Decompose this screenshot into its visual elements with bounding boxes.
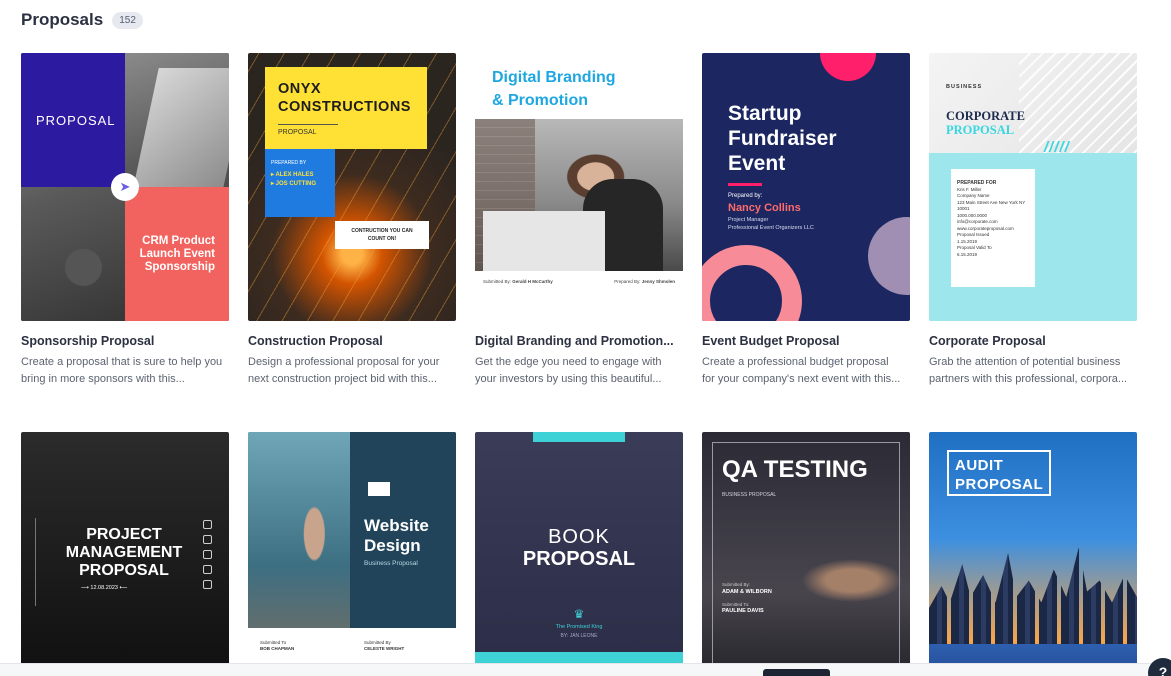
bottom-tab[interactable] [763,669,830,676]
template-thumbnail[interactable]: Digital Branding & Promotion Submitted By… [475,53,683,321]
template-thumbnail[interactable]: Website Design Business Proposal Submitte… [248,432,456,676]
template-card-event-budget[interactable]: Startup Fundraiser Event Prepared by: Nanc… [702,53,910,388]
template-title[interactable]: Corporate Proposal [929,334,1137,348]
template-card-corporate[interactable]: BUSINESS CORPORATE PROPOSAL ///// PREPARE… [929,53,1137,388]
template-title[interactable]: Event Budget Proposal [702,334,910,348]
page-title: Proposals [21,10,104,29]
template-card-website-design[interactable]: Website Design Business Proposal Submitte… [248,432,456,676]
template-description: Create a proposal that is sure to help y… [21,356,223,385]
template-thumbnail[interactable]: PROJECT MANAGEMENT PROPOSAL ⟶ 12.08.2023 ⟵ [21,432,229,676]
count-badge: 152 [112,11,143,29]
template-card-audit[interactable]: AUDIT PROPOSAL [929,432,1137,676]
template-thumbnail[interactable]: ONYX CONSTRUCTIONS PROPOSAL PREPARED BY ▸… [248,53,456,321]
template-description: Grab the attention of potential business… [929,356,1128,385]
template-thumbnail[interactable]: BUSINESS CORPORATE PROPOSAL ///// PREPARE… [929,53,1137,321]
crown-icon: ♛ [573,607,585,621]
template-thumbnail[interactable]: Startup Fundraiser Event Prepared by: Nanc… [702,53,910,321]
template-description: Create a professional budget proposal fo… [702,356,901,385]
template-card-sponsorship[interactable]: PROPOSAL CRM Product Launch Event Sponso… [21,53,229,388]
thumb-label: PROPOSAL [36,113,116,128]
template-card-book[interactable]: BOOK PROPOSAL ♛ The Promised King BY: JA… [475,432,683,676]
template-thumbnail[interactable]: BOOK PROPOSAL ♛ The Promised King BY: JA… [475,432,683,676]
bottom-bar [0,663,1171,676]
template-thumbnail[interactable]: PROPOSAL CRM Product Launch Event Sponso… [21,53,229,321]
thumb-subtitle: CRM Product Launch Event Sponsorship [139,235,215,273]
template-card-construction[interactable]: ONYX CONSTRUCTIONS PROPOSAL PREPARED BY ▸… [248,53,456,388]
template-thumbnail[interactable]: AUDIT PROPOSAL [929,432,1137,676]
template-description: Get the edge you need to engage with you… [475,356,662,385]
template-title[interactable]: Digital Branding and Promotion... [475,334,683,348]
template-card-qa-testing[interactable]: QA TESTING BUSINESS PROPOSAL Submitted B… [702,432,910,676]
template-title[interactable]: Sponsorship Proposal [21,334,229,348]
page-header: Proposals 152 [21,10,143,30]
template-card-project-management[interactable]: PROJECT MANAGEMENT PROPOSAL ⟶ 12.08.2023 ⟵ [21,432,229,676]
template-title[interactable]: Construction Proposal [248,334,456,348]
icon-column [203,520,217,589]
rocket-icon: ➤ [111,173,139,201]
template-description: Design a professional proposal for your … [248,356,440,385]
template-thumbnail[interactable]: QA TESTING BUSINESS PROPOSAL Submitted B… [702,432,910,676]
help-icon[interactable]: ? [1148,658,1171,676]
template-card-digital-branding[interactable]: Digital Branding & Promotion Submitted By… [475,53,683,388]
